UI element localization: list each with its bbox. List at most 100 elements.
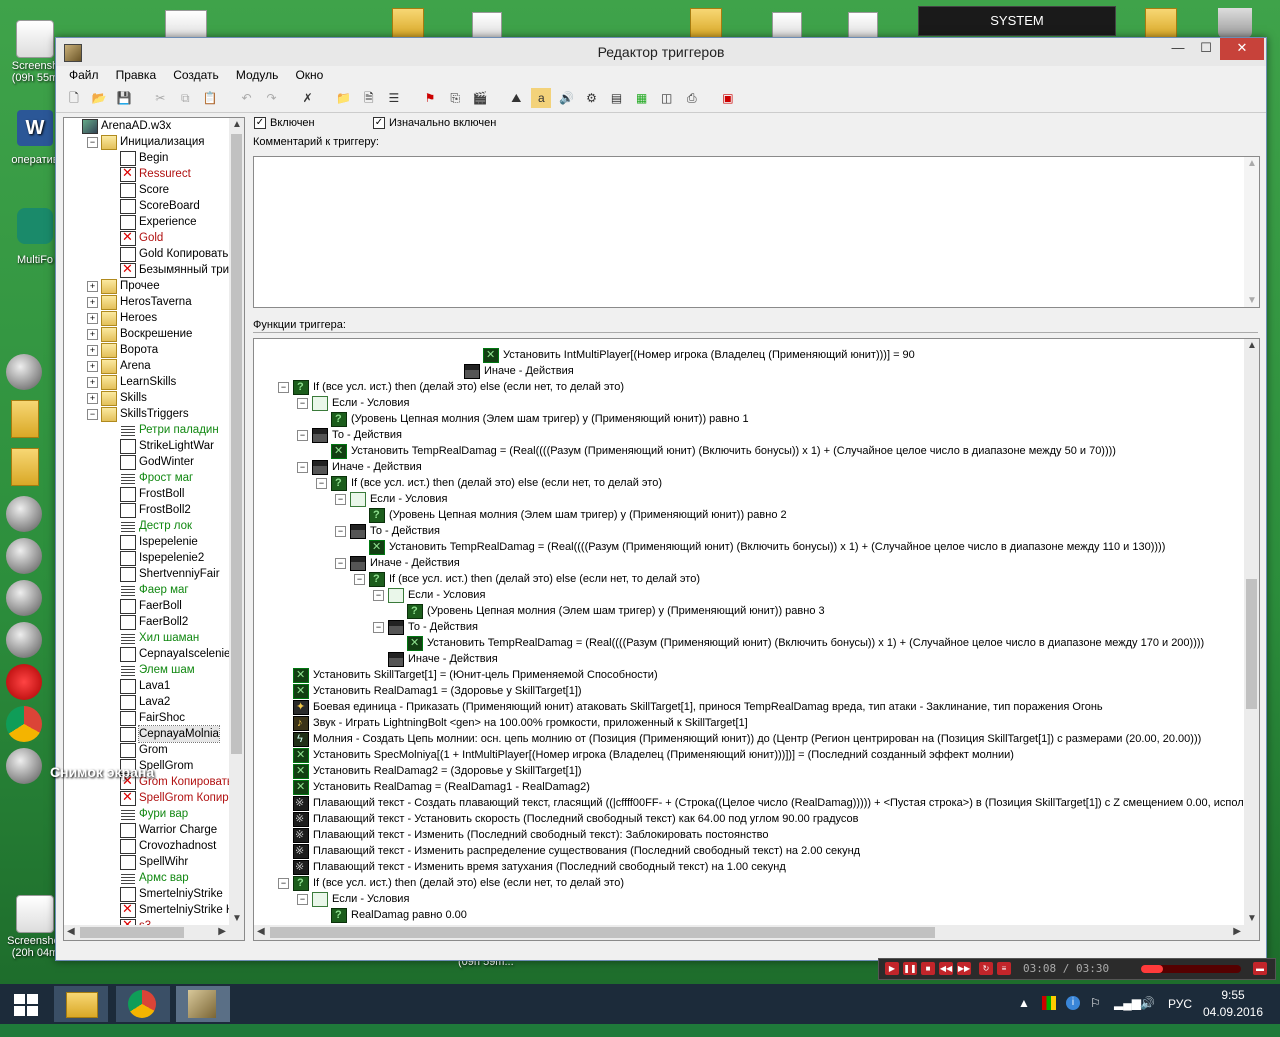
tray-volume-icon[interactable]: 🔊 bbox=[1140, 996, 1155, 1036]
minimize-button[interactable]: — bbox=[1164, 38, 1192, 60]
tree-item[interactable]: Gold bbox=[64, 230, 229, 246]
function-row[interactable]: −If (все усл. ист.) then (делай это) els… bbox=[278, 379, 624, 395]
collapse-icon[interactable]: − bbox=[297, 894, 308, 905]
tree-item[interactable]: Элем шам bbox=[64, 662, 229, 678]
player-progress[interactable] bbox=[1141, 965, 1241, 973]
collapse-icon[interactable]: − bbox=[87, 409, 98, 420]
tray-network-icon[interactable]: ▂▄▆ bbox=[1114, 996, 1141, 1036]
tree-item[interactable]: Хил шаман bbox=[64, 630, 229, 646]
playlist-icon[interactable]: ≡ bbox=[997, 962, 1011, 975]
object-manager-icon[interactable]: ◫ bbox=[657, 88, 677, 108]
collapse-icon[interactable]: − bbox=[335, 526, 346, 537]
folder-icon[interactable] bbox=[392, 8, 424, 38]
collapse-icon[interactable]: − bbox=[373, 622, 384, 633]
tree-item[interactable]: +Ворота bbox=[64, 342, 229, 358]
function-row[interactable]: Иначе - Действия bbox=[449, 363, 574, 379]
function-row[interactable]: Звук - Играть LightningBolt <gen> на 100… bbox=[278, 715, 748, 731]
undo-icon[interactable]: ↶ bbox=[237, 88, 257, 108]
function-row[interactable]: Плавающий текст - Изменить время затухан… bbox=[278, 859, 786, 875]
tree-item[interactable]: FaerBoll2 bbox=[64, 614, 229, 630]
ai-editor-icon[interactable]: ▦ bbox=[632, 88, 652, 108]
tree-item[interactable]: Score bbox=[64, 182, 229, 198]
test-map-icon[interactable]: ▣ bbox=[718, 88, 738, 108]
comment-textarea[interactable]: ▲ ▼ bbox=[253, 156, 1260, 308]
tree-item[interactable]: +Прочее bbox=[64, 278, 229, 294]
folder-icon[interactable] bbox=[690, 8, 722, 38]
download-icon[interactable] bbox=[6, 664, 42, 700]
tree-item[interactable]: CepnayaMolnia bbox=[64, 726, 229, 742]
function-row[interactable]: −То - Действия bbox=[297, 427, 402, 443]
menu-window[interactable]: Окно bbox=[288, 66, 330, 84]
cut-icon[interactable]: ✂ bbox=[150, 88, 170, 108]
trigger-editor-icon[interactable]: a bbox=[531, 88, 551, 108]
checkbox-enabled-box[interactable]: ✓ bbox=[254, 117, 266, 129]
function-row[interactable]: Боевая единица - Приказать (Применяющий … bbox=[278, 699, 1103, 715]
expand-icon[interactable]: + bbox=[87, 313, 98, 324]
tree-item[interactable]: −Инициализация bbox=[64, 134, 229, 150]
tree-item[interactable]: Дестр лок bbox=[64, 518, 229, 534]
splitter[interactable] bbox=[253, 332, 1258, 336]
function-row[interactable]: Установить SkillTarget[1] = (Юнит-цель П… bbox=[278, 667, 658, 683]
dock-icon[interactable] bbox=[6, 354, 42, 390]
tray-info-icon[interactable]: i bbox=[1066, 996, 1080, 1010]
save-icon[interactable]: 💾 bbox=[114, 88, 134, 108]
tree-item[interactable]: Crovozhadnost bbox=[64, 838, 229, 854]
menu-module[interactable]: Модуль bbox=[229, 66, 286, 84]
comment-scrollbar[interactable]: ▲ ▼ bbox=[1244, 157, 1259, 307]
copy-icon[interactable]: ⧉ bbox=[175, 88, 195, 108]
condition-icon[interactable]: ⎘ bbox=[445, 88, 465, 108]
tree-item[interactable]: Ispepelenie2 bbox=[64, 550, 229, 566]
function-row[interactable]: Установить TempRealDamag = (Real((((Разу… bbox=[354, 539, 1165, 555]
collapse-icon[interactable]: − bbox=[335, 494, 346, 505]
menu-edit[interactable]: Правка bbox=[109, 66, 164, 84]
function-row[interactable]: (Уровень Цепная молния (Элем шам тригер)… bbox=[392, 603, 825, 619]
tree-item[interactable]: Grom bbox=[64, 742, 229, 758]
dock-icon[interactable] bbox=[6, 622, 42, 658]
tray-clock[interactable]: 9:55 04.09.2016 bbox=[1200, 988, 1266, 1028]
pause-icon[interactable]: ❚❚ bbox=[903, 962, 917, 975]
tree-horizontal-scrollbar[interactable]: ◀ ▶ bbox=[64, 925, 229, 940]
collapse-icon[interactable]: − bbox=[297, 398, 308, 409]
function-row[interactable]: −То - Действия bbox=[335, 523, 440, 539]
tree-item[interactable]: Фрост маг bbox=[64, 470, 229, 486]
redo-icon[interactable]: ↷ bbox=[262, 88, 282, 108]
tray-language[interactable]: РУС bbox=[1168, 997, 1192, 1037]
function-row[interactable]: Молния - Создать Цепь молнии: осн. цепь … bbox=[278, 731, 1201, 747]
tree-item[interactable]: SmertelniyStrike Копи bbox=[64, 902, 229, 918]
functions-horizontal-scrollbar[interactable]: ◀ ▶ bbox=[254, 925, 1244, 940]
collapse-icon[interactable]: − bbox=[373, 590, 384, 601]
tree-item[interactable]: −SkillsTriggers bbox=[64, 406, 229, 422]
tree-item[interactable]: FrostBoll bbox=[64, 486, 229, 502]
dock-icon[interactable] bbox=[6, 496, 42, 532]
play-icon[interactable]: ▶ bbox=[885, 962, 899, 975]
v-icon[interactable] bbox=[6, 580, 42, 616]
folder-icon[interactable] bbox=[11, 400, 39, 438]
expand-icon[interactable]: + bbox=[87, 281, 98, 292]
object-editor-icon[interactable]: ⚙ bbox=[582, 88, 602, 108]
start-button[interactable] bbox=[0, 986, 54, 1022]
sound-editor-icon[interactable]: 🔊 bbox=[556, 88, 576, 108]
function-row[interactable]: Иначе - Действия bbox=[373, 651, 498, 667]
tree-item[interactable]: SpellGrom Копироват bbox=[64, 790, 229, 806]
tree-item[interactable]: Lava2 bbox=[64, 694, 229, 710]
taskbar-world-editor[interactable] bbox=[176, 986, 230, 1022]
function-row[interactable]: −If (все усл. ист.) then (делай это) els… bbox=[354, 571, 700, 587]
tree-item[interactable]: Ispepelenie bbox=[64, 534, 229, 550]
tree-item[interactable]: +Воскрешение bbox=[64, 326, 229, 342]
tree-item[interactable]: +Skills bbox=[64, 390, 229, 406]
expand-icon[interactable]: + bbox=[87, 393, 98, 404]
tree-item[interactable]: ArenaAD.w3x bbox=[64, 118, 229, 134]
function-row[interactable]: −То - Действия bbox=[373, 619, 478, 635]
tree-item[interactable]: FaerBoll bbox=[64, 598, 229, 614]
tree-item[interactable]: Ressurect bbox=[64, 166, 229, 182]
action-icon[interactable]: 🎬 bbox=[470, 88, 490, 108]
document-icon[interactable] bbox=[472, 12, 502, 40]
function-row[interactable]: −Если - Условия bbox=[297, 891, 409, 907]
function-row[interactable]: Установить RealDamag2 = (Здоровье у Skil… bbox=[278, 763, 582, 779]
trigger-functions-tree[interactable]: Установить IntMultiPlayer[(Номер игрока … bbox=[253, 338, 1260, 941]
collapse-icon[interactable]: − bbox=[297, 430, 308, 441]
functions-vertical-scrollbar[interactable]: ▲ ▼ bbox=[1244, 339, 1259, 940]
function-row[interactable]: (Уровень Цепная молния (Элем шам тригер)… bbox=[354, 507, 787, 523]
function-row[interactable]: Установить TempRealDamag = (Real((((Разу… bbox=[316, 443, 1116, 459]
tree-item[interactable]: Lava1 bbox=[64, 678, 229, 694]
